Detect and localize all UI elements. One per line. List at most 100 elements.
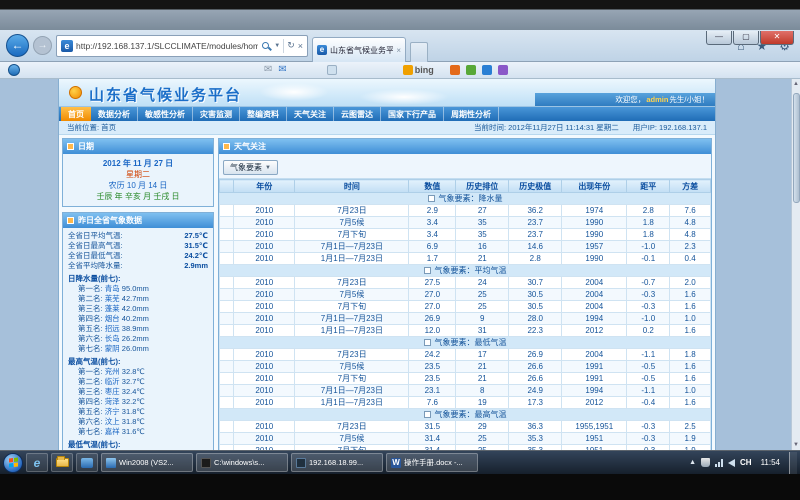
menu-item-6[interactable]: 云图雷达: [334, 107, 381, 121]
table-cell: 2004: [562, 301, 627, 313]
table-cell: 7月23日: [295, 421, 409, 433]
table-cell: 2010: [234, 433, 295, 445]
table-cell: 7.6: [409, 397, 456, 409]
rank-item: 第五名: 济宁 31.8℃: [68, 407, 208, 417]
address-url[interactable]: http://192.168.137.1/SLCCLIMATE/modules/…: [76, 41, 258, 51]
table-cell: 26.6: [509, 373, 562, 385]
table-cell: 2010: [234, 397, 295, 409]
table-cell: -0.1: [627, 253, 670, 265]
rank-item: 第六名: 汶上 31.8℃: [68, 417, 208, 427]
table-cell: 2.9: [409, 205, 456, 217]
search-icon[interactable]: [261, 41, 271, 51]
vertical-scrollbar[interactable]: ▲ ▼: [791, 79, 800, 450]
toolbar-orange-icon[interactable]: [450, 65, 460, 75]
site-banner: 山东省气候业务平台 欢迎您， admin 先生/小姐！: [59, 79, 715, 107]
scroll-up-icon[interactable]: ▲: [792, 79, 800, 89]
quicklaunch-folder-icon[interactable]: [51, 453, 73, 472]
group-checkbox[interactable]: [424, 411, 431, 418]
task-button-1[interactable]: C:\windows\s...: [196, 453, 288, 472]
table-cell: 27.5: [409, 277, 456, 289]
menu-item-5[interactable]: 天气关注: [287, 107, 334, 121]
forward-button[interactable]: →: [33, 36, 52, 55]
stats-list: 全省日平均气温:27.5℃全省日最高气温:31.5℃全省日最低气温:24.2℃全…: [68, 231, 208, 271]
scroll-thumb[interactable]: [793, 93, 800, 203]
table-cell: 1994: [562, 385, 627, 397]
table-cell: 8: [456, 385, 509, 397]
menu-item-3[interactable]: 灾害监测: [193, 107, 240, 121]
row-gutter-cell: [220, 301, 234, 313]
browser-tab[interactable]: e 山东省气候业务平... ×: [312, 37, 406, 62]
table-cell: 1.8: [670, 349, 711, 361]
language-indicator[interactable]: CH: [740, 458, 752, 467]
tab-close-icon[interactable]: ×: [396, 46, 401, 55]
task-button-3[interactable]: W操作手册.docx -...: [386, 453, 478, 472]
table-cell: 36.3: [509, 421, 562, 433]
group-checkbox[interactable]: [428, 195, 435, 202]
refresh-icon[interactable]: ↻: [287, 40, 295, 51]
action-center-icon[interactable]: [701, 458, 710, 467]
document-icon[interactable]: [327, 65, 337, 75]
toolbar-app-icon[interactable]: [8, 64, 20, 76]
table-cell: 35: [456, 217, 509, 229]
mail-envelope-icon[interactable]: ✉: [264, 65, 272, 75]
volume-icon[interactable]: [728, 459, 735, 467]
menu-item-0[interactable]: 首页: [61, 107, 91, 121]
table-cell: 30.7: [509, 277, 562, 289]
table-cell: 1月1日—7月23日: [295, 397, 409, 409]
group-checkbox[interactable]: [424, 267, 431, 274]
table-cell: 27.0: [409, 301, 456, 313]
maximize-button[interactable]: ▢: [733, 31, 759, 45]
chevron-down-icon[interactable]: ▼: [274, 43, 280, 49]
table-cell: 25: [456, 289, 509, 301]
table-cell: 24.9: [509, 385, 562, 397]
quicklaunch-media-icon[interactable]: [76, 453, 98, 472]
table-cell: 24.2: [409, 349, 456, 361]
table-cell: 24: [456, 277, 509, 289]
terminal-icon: [296, 458, 306, 468]
start-button[interactable]: [3, 453, 23, 473]
table-cell: 2010: [234, 349, 295, 361]
table-cell: 22.3: [509, 325, 562, 337]
menu-item-8[interactable]: 周期性分析: [444, 107, 499, 121]
close-button[interactable]: ✕: [760, 31, 794, 45]
back-button[interactable]: ←: [6, 34, 29, 57]
task-button-2[interactable]: 192.168.18.99...: [291, 453, 383, 472]
mail-envelope-blue-icon[interactable]: ✉: [278, 65, 286, 75]
taskbar-clock[interactable]: 11:54: [757, 458, 784, 467]
toolbar-green-icon[interactable]: [466, 65, 476, 75]
toolbar-blue-icon[interactable]: [482, 65, 492, 75]
table-cell: 7月下旬: [295, 229, 409, 241]
word-icon: W: [391, 458, 401, 468]
group-checkbox[interactable]: [424, 339, 431, 346]
menu-item-2[interactable]: 敏感性分析: [138, 107, 193, 121]
table-cell: 27.0: [409, 289, 456, 301]
table-row: 20107月5候23.52126.61991-0.51.6: [220, 361, 711, 373]
tray-up-caret-icon[interactable]: ▲: [689, 459, 696, 466]
menu-item-7[interactable]: 国家下行产品: [381, 107, 444, 121]
element-filter-button[interactable]: 气象要素▼: [223, 160, 278, 175]
toolbar-purple-icon[interactable]: [498, 65, 508, 75]
quicklaunch-ie-icon[interactable]: e: [26, 453, 48, 472]
table-cell: 7月5候: [295, 361, 409, 373]
minimize-button[interactable]: —: [706, 31, 732, 45]
stop-icon[interactable]: ×: [298, 41, 303, 51]
task-button-0[interactable]: Win2008 (VS2...: [101, 453, 193, 472]
row-gutter-cell: [220, 385, 234, 397]
table-cell: 17.3: [509, 397, 562, 409]
task-button-label: 操作手册.docx -...: [404, 457, 463, 468]
row-gutter-cell: [220, 253, 234, 265]
scroll-down-icon[interactable]: ▼: [792, 440, 800, 450]
system-tray: ▲ CH 11:54: [689, 452, 797, 474]
address-bar[interactable]: e http://192.168.137.1/SLCCLIMATE/module…: [56, 35, 308, 57]
new-tab-button[interactable]: [410, 42, 428, 62]
table-cell: 4.8: [670, 217, 711, 229]
table-cell: 2010: [234, 289, 295, 301]
bing-logo[interactable]: bing: [403, 65, 434, 75]
table-cell: 23.5: [409, 361, 456, 373]
network-icon[interactable]: [715, 459, 723, 467]
table-header-cell: 历史排位: [456, 180, 509, 193]
show-desktop-button[interactable]: [789, 452, 797, 474]
menu-item-4[interactable]: 整编资料: [240, 107, 287, 121]
menu-item-1[interactable]: 数据分析: [91, 107, 138, 121]
table-cell: 7月下旬: [295, 373, 409, 385]
